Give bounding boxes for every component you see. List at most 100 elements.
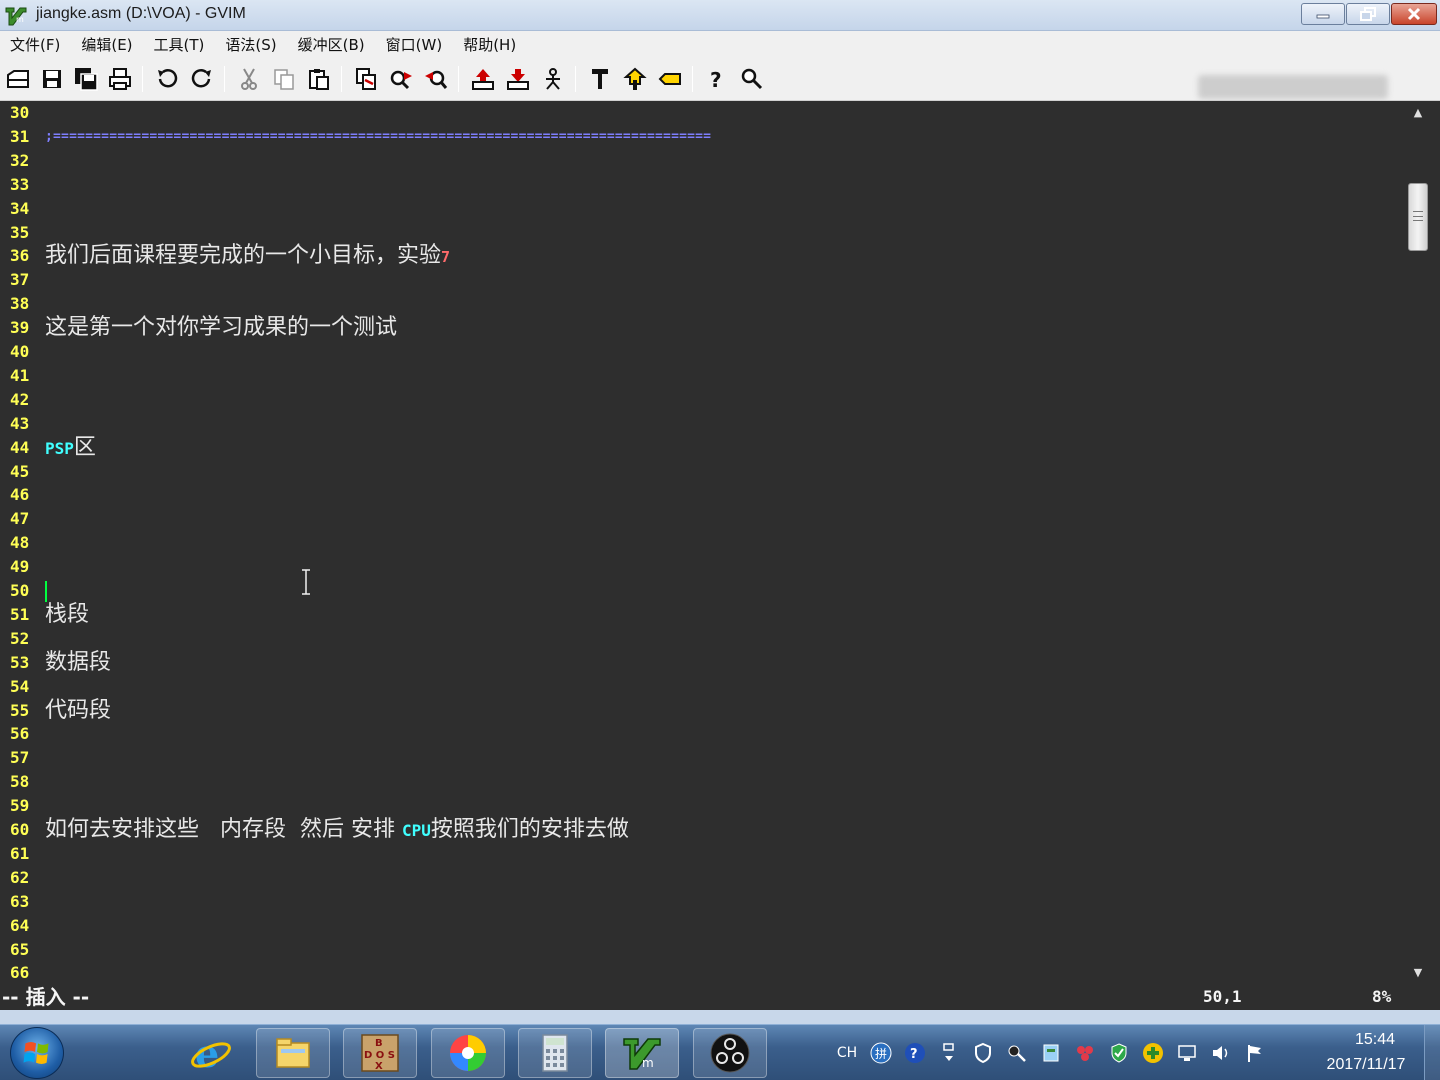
menu-edit[interactable]: 编辑(E): [81, 34, 132, 55]
editor-line: 64: [0, 914, 1406, 938]
copy-icon[interactable]: [269, 64, 299, 94]
svg-text:m: m: [16, 15, 24, 24]
input-method-icon[interactable]: 拼: [864, 1041, 898, 1065]
editor-area[interactable]: 30 31 ;===================================…: [0, 101, 1406, 984]
keyword-highlight: CPU: [401, 821, 431, 840]
toolbar: ?: [0, 58, 1440, 101]
editor-line: 47: [0, 507, 1406, 531]
line-number: 66: [10, 963, 30, 983]
help-icon[interactable]: ?: [701, 64, 731, 94]
menu-window[interactable]: 窗口(W): [386, 34, 443, 55]
line-number: 38: [10, 294, 30, 314]
ie-icon: e: [191, 1031, 231, 1075]
find-help-icon[interactable]: [737, 64, 767, 94]
open-icon[interactable]: [3, 64, 33, 94]
find-next-icon[interactable]: [386, 64, 416, 94]
security-tray-icon[interactable]: [1102, 1041, 1136, 1065]
taskbar: e B D O S X m CH 拼 ? 15:44 2017/11/17: [0, 1024, 1440, 1080]
display-tray-icon[interactable]: [1170, 1041, 1204, 1065]
line-number: 40: [10, 342, 30, 361]
print-icon[interactable]: [105, 64, 135, 94]
flower-tray-icon[interactable]: [1068, 1041, 1102, 1065]
text-content: 栈段: [45, 601, 90, 627]
line-number: 36: [10, 246, 30, 266]
editor-line: 58: [0, 770, 1406, 794]
window-frame-bottom: [0, 1010, 1440, 1024]
minimize-button[interactable]: [1301, 3, 1345, 25]
line-number: 60: [10, 820, 30, 839]
minimize-icon: [1316, 14, 1330, 19]
text-cursor-icon: [302, 569, 310, 595]
taskbar-file-explorer[interactable]: [256, 1028, 330, 1078]
line-number: 35: [10, 222, 30, 242]
paste-icon[interactable]: [304, 64, 334, 94]
undo-icon[interactable]: [152, 64, 182, 94]
scroll-down-arrow-icon[interactable]: ▼: [1410, 966, 1426, 980]
line-number: 43: [10, 413, 30, 433]
show-desktop-button[interactable]: [1424, 1025, 1440, 1080]
clock-date[interactable]: 2017/11/17: [1312, 1056, 1420, 1074]
action-center-flag-icon[interactable]: [1238, 1041, 1272, 1065]
taskbar-color-app[interactable]: [431, 1028, 505, 1078]
line-number: 50: [10, 581, 30, 600]
restore-button[interactable]: [1346, 3, 1390, 25]
editor-line: 56: [0, 722, 1406, 746]
menu-help[interactable]: 帮助(H): [463, 34, 516, 55]
taskbar-calculator[interactable]: [518, 1028, 592, 1078]
taskbar-ie[interactable]: e: [174, 1028, 248, 1078]
editor-line: 53 数据段: [0, 650, 1406, 675]
line-text: PSP区: [45, 434, 96, 463]
line-number: 47: [10, 509, 30, 529]
title-bar[interactable]: m jiangke.asm (D:\VOA) - GVIM: [0, 0, 1440, 31]
taskbar-obs[interactable]: [693, 1028, 767, 1078]
find-prev-icon[interactable]: [421, 64, 451, 94]
line-number: 58: [10, 772, 30, 792]
editor-line: 39 这是第一个对你学习成果的一个测试: [0, 315, 1406, 340]
save-all-icon[interactable]: [71, 64, 101, 94]
app-tray-icon[interactable]: [1034, 1041, 1068, 1065]
start-button[interactable]: [10, 1027, 64, 1079]
menu-file[interactable]: 文件(F): [10, 34, 60, 55]
find-replace-icon[interactable]: [351, 64, 381, 94]
save-session-icon[interactable]: [503, 64, 533, 94]
line-text: 如何去安排这些 内存段 然后 安排 CPU按照我们的安排去做: [45, 816, 629, 845]
mode-indicator: -- 插入 --: [2, 985, 90, 1009]
system-tray: CH 拼 ?: [830, 1035, 1272, 1071]
cut-icon[interactable]: [234, 64, 264, 94]
save-icon[interactable]: [37, 64, 67, 94]
network-tray-icon[interactable]: [1000, 1041, 1034, 1065]
taskbar-gvim[interactable]: m: [605, 1028, 679, 1078]
editor-line: 41: [0, 364, 1406, 388]
shell-icon[interactable]: [620, 64, 650, 94]
make-icon[interactable]: [585, 64, 615, 94]
line-number: 56: [10, 724, 30, 744]
editor-line: 42: [0, 388, 1406, 412]
line-number: 37: [10, 270, 30, 290]
menu-tools[interactable]: 工具(T): [154, 34, 205, 55]
taskbar-dosbox[interactable]: B D O S X: [343, 1028, 417, 1078]
command-line[interactable]: -- 插入 -- 50,1 8%: [0, 984, 1440, 1010]
editor-line: 48: [0, 531, 1406, 555]
ime-options-icon[interactable]: [932, 1041, 966, 1065]
run-script-icon[interactable]: [538, 64, 568, 94]
line-number: 32: [10, 150, 30, 170]
line-number: 33: [10, 174, 30, 194]
editor-line: 52: [0, 627, 1406, 651]
clock-time[interactable]: 15:44: [1330, 1031, 1420, 1049]
scroll-grip-icon: [1413, 211, 1423, 221]
help-tray-icon[interactable]: ?: [898, 1041, 932, 1065]
tag-jump-icon[interactable]: [655, 64, 685, 94]
close-button[interactable]: [1391, 3, 1437, 25]
load-session-icon[interactable]: [468, 64, 498, 94]
redo-icon[interactable]: [187, 64, 217, 94]
line-number: 39: [10, 318, 30, 338]
menu-buffers[interactable]: 缓冲区(B): [298, 34, 365, 55]
volume-icon[interactable]: [1204, 1041, 1238, 1065]
shield-tray-icon[interactable]: [966, 1041, 1000, 1065]
scroll-up-arrow-icon[interactable]: ▲: [1410, 106, 1426, 120]
menu-syntax[interactable]: 语法(S): [225, 34, 276, 55]
gvim-app-icon[interactable]: m: [4, 4, 28, 26]
editor-line: 37: [0, 268, 1406, 292]
language-indicator[interactable]: CH: [830, 1041, 864, 1065]
plus-tray-icon[interactable]: [1136, 1041, 1170, 1065]
